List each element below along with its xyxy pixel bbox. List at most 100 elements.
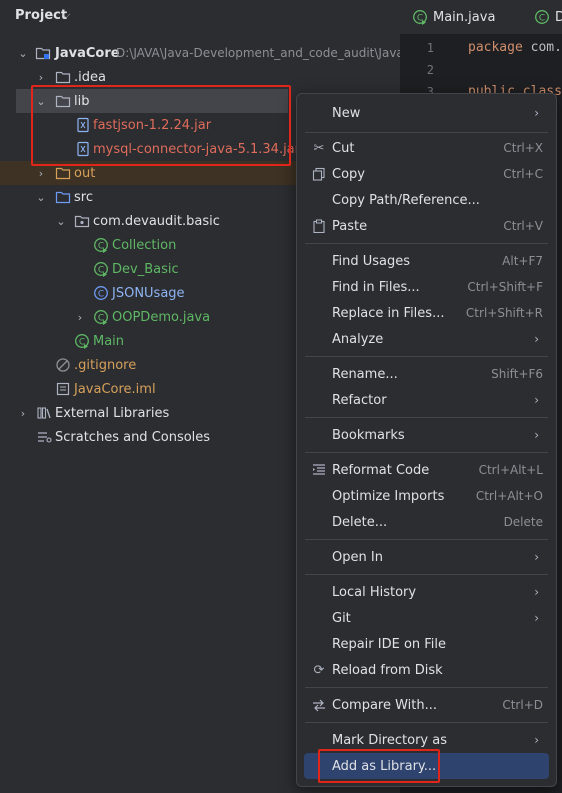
menu-label: Rename... [332,366,398,382]
tree-item-javacore[interactable]: ⌄ JavaCore D:\JAVA\Java-Development_and_… [0,41,403,65]
chevron-right-icon[interactable]: › [16,407,30,420]
class-run-icon: C [412,9,428,25]
menu-label: Find in Files... [332,279,420,295]
chevron-down-icon[interactable]: ⌄ [54,215,68,228]
menu-item-compare-with[interactable]: Compare With... Ctrl+D [304,692,549,718]
menu-shortcut: Ctrl+C [503,167,543,181]
menu-label: Git [332,610,351,626]
menu-label: Cut [332,140,355,156]
menu-item-reformat-code[interactable]: Reformat Code Ctrl+Alt+L [304,457,549,483]
menu-separator [305,452,548,453]
menu-item-copy[interactable]: Copy Ctrl+C [304,161,549,187]
menu-item-replace-in-files[interactable]: Replace in Files... Ctrl+Shift+R [304,300,549,326]
editor-tabs: C Main.java C D [400,0,562,35]
menu-separator [305,243,548,244]
chevron-right-icon: › [534,733,539,747]
menu-shortcut: Ctrl+D [502,698,543,712]
iml-file-icon [55,381,71,397]
menu-item-delete[interactable]: Delete... Delete [304,509,549,535]
menu-item-reload-from-disk[interactable]: ⟳ Reload from Disk [304,657,549,683]
menu-separator [305,356,548,357]
reload-icon: ⟳ [313,662,325,678]
code-line: package com. [468,40,562,55]
menu-label: Optimize Imports [332,488,445,504]
chevron-down-icon[interactable]: ⌄ [34,191,48,204]
project-panel-title[interactable]: Project [15,8,67,23]
tree-label: src [74,189,93,205]
menu-item-local-history[interactable]: Local History › [304,579,549,605]
menu-label: Find Usages [332,253,411,269]
menu-label: Reformat Code [332,462,430,478]
class-run-icon: C [93,237,109,253]
menu-item-cut[interactable]: ✂ Cut Ctrl+X [304,135,549,161]
menu-shortcut: Ctrl+Alt+L [478,463,543,477]
menu-shortcut: Ctrl+X [503,141,543,155]
code-text: com. [522,40,562,55]
tab-second[interactable]: C D [534,0,562,34]
library-icon [36,405,52,421]
scratches-icon [36,429,52,445]
source-folder-icon [55,189,71,205]
class-run-icon: C [74,333,90,349]
tree-label: Collection [112,237,177,253]
tree-label: out [74,165,96,181]
menu-label: New [332,105,361,121]
menu-item-paste[interactable]: Paste Ctrl+V [304,213,549,239]
class-run-icon: C [93,309,109,325]
menu-label: Reload from Disk [332,662,443,678]
context-menu: New › ✂ Cut Ctrl+X Copy Ctrl+C Copy Path… [296,93,557,787]
menu-separator [305,574,548,575]
project-panel-header[interactable]: Project ⌵ [0,0,400,34]
menu-label: Delete... [332,514,388,530]
line-number: 1 [426,41,434,55]
menu-item-find-in-files[interactable]: Find in Files... Ctrl+Shift+F [304,274,549,300]
excluded-folder-icon [55,165,71,181]
highlight-box-add-library [318,749,440,783]
menu-item-find-usages[interactable]: Find Usages Alt+F7 [304,248,549,274]
tab-label: D [555,9,562,25]
menu-label: Mark Directory as [332,732,447,748]
chevron-down-icon[interactable]: ⌵ [62,8,70,22]
tab-main-java[interactable]: C Main.java [412,0,495,34]
folder-icon [55,69,71,85]
menu-label: Refactor [332,392,387,408]
menu-item-optimize-imports[interactable]: Optimize Imports Ctrl+Alt+O [304,483,549,509]
menu-item-new[interactable]: New › [304,100,549,126]
menu-item-open-in[interactable]: Open In › [304,544,549,570]
menu-item-bookmarks[interactable]: Bookmarks › [304,422,549,448]
tree-path: D:\JAVA\Java-Development_and_code_audit\… [116,46,404,60]
compare-icon [311,697,327,713]
tree-label: Scratches and Consoles [55,429,211,445]
chevron-right-icon[interactable]: › [73,311,87,324]
chevron-right-icon: › [534,428,539,442]
tree-label: Dev_Basic [112,261,179,277]
tree-label: Main [93,333,125,349]
chevron-right-icon: › [534,332,539,346]
menu-label: Local History [332,584,417,600]
package-icon [74,213,90,229]
tree-label: JSONUsage [112,285,185,301]
ignore-file-icon [55,357,71,373]
menu-shortcut: Alt+F7 [502,254,543,268]
chevron-right-icon[interactable]: › [34,167,48,180]
scissors-icon: ✂ [313,140,325,156]
menu-label: Copy [332,166,365,182]
svg-text:C: C [98,290,104,300]
menu-item-git[interactable]: Git › [304,605,549,631]
menu-separator [305,539,548,540]
chevron-right-icon: › [534,550,539,564]
menu-item-copy-path[interactable]: Copy Path/Reference... [304,187,549,213]
tree-label: com.devaudit.basic [93,213,220,229]
chevron-right-icon[interactable]: › [34,71,48,84]
chevron-down-icon[interactable]: ⌄ [16,47,30,60]
menu-item-repair-ide[interactable]: Repair IDE on File [304,631,549,657]
highlight-box-lib [31,85,291,166]
menu-shortcut: Ctrl+Alt+O [475,489,543,503]
menu-item-rename[interactable]: Rename... Shift+F6 [304,361,549,387]
module-folder-icon [35,45,51,61]
reformat-icon [311,462,327,478]
menu-shortcut: Ctrl+V [503,219,543,233]
menu-separator [305,687,548,688]
menu-item-refactor[interactable]: Refactor › [304,387,549,413]
menu-item-analyze[interactable]: Analyze › [304,326,549,352]
